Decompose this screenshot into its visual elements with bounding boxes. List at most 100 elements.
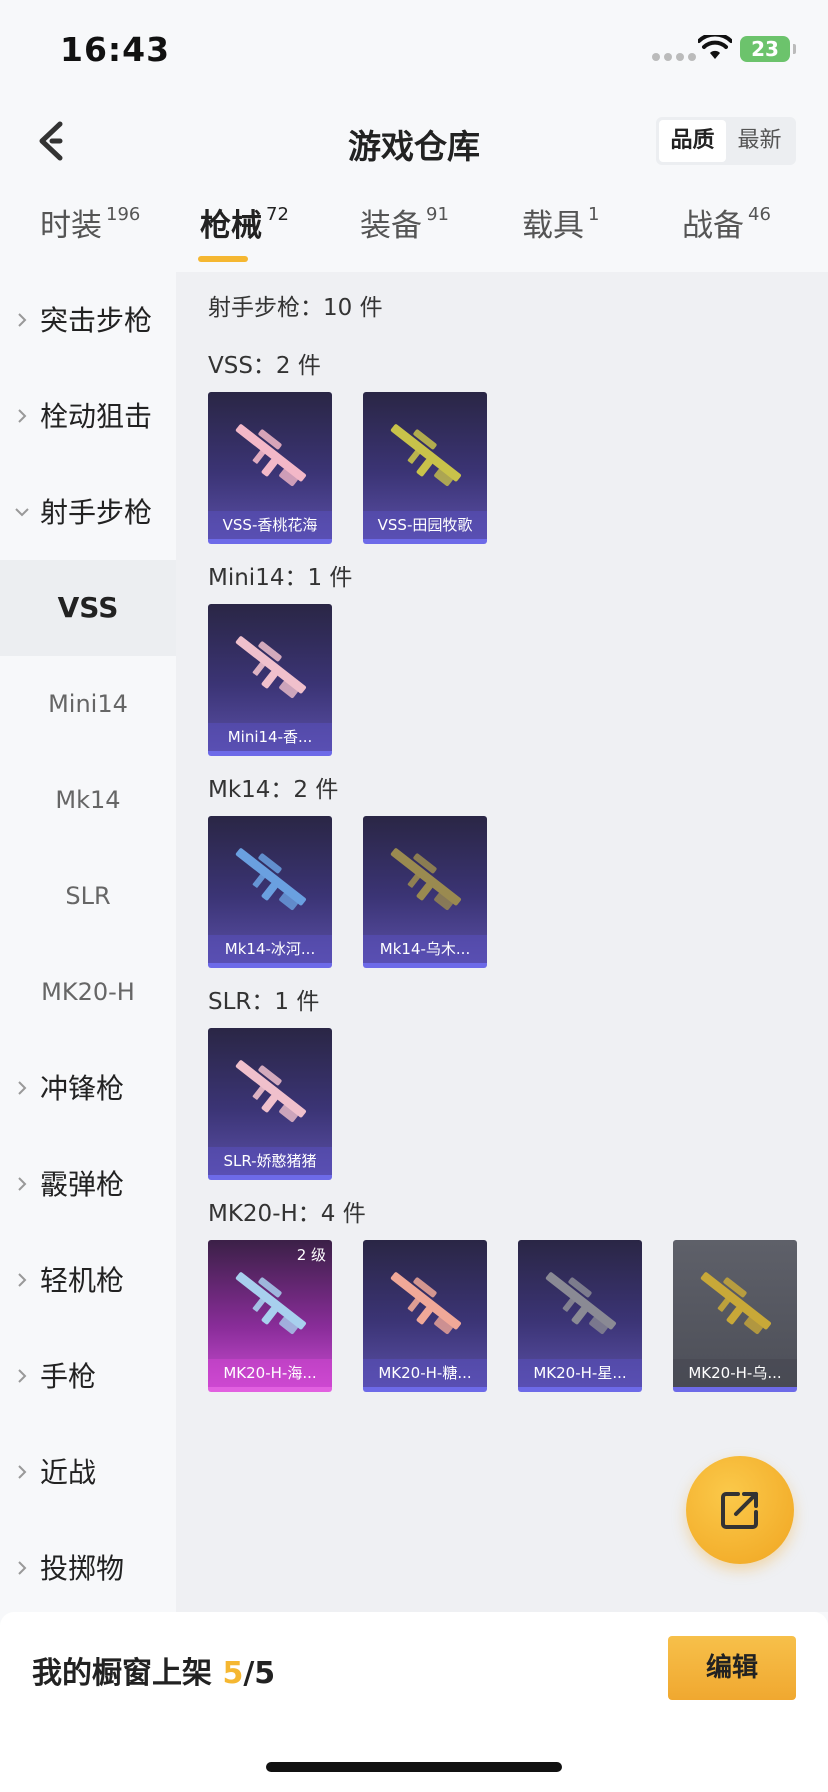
sidebar-item-throwable[interactable]: 投掷物 (0, 1520, 176, 1616)
shelf-total-count: /5 (243, 1656, 276, 1691)
tab-fashion[interactable]: 时装 196 (40, 200, 140, 266)
sidebar-item-label: 近战 (40, 1456, 97, 1489)
rifle-icon (235, 424, 306, 487)
group-title: MK20-H：4 件 (208, 1201, 366, 1227)
tab-count: 1 (588, 204, 600, 225)
item-name: MK20-H-糖... (363, 1359, 487, 1387)
sort-by-quality-button[interactable]: 品质 (659, 120, 726, 162)
item-name: MK20-H-海... (208, 1359, 332, 1387)
tab-supplies[interactable]: 战备 46 (682, 200, 771, 266)
active-tab-indicator (198, 256, 248, 262)
chevron-right-icon (18, 1465, 27, 1479)
item-card[interactable]: Mk14-乌木... (363, 816, 487, 968)
tab-count: 46 (748, 204, 771, 225)
tab-equipment[interactable]: 装备 91 (360, 200, 449, 266)
sidebar-item-pistol[interactable]: 手枪 (0, 1328, 176, 1424)
sidebar-subitem-mk20h[interactable]: MK20-H (0, 944, 176, 1040)
item-grid-panel: 射手步枪：10 件 VSS：2 件 VSS-香桃花海 VSS-田园牧歌 Mini… (176, 272, 828, 1612)
shelf-label: 我的橱窗上架 (32, 1656, 212, 1691)
rifle-icon (235, 1272, 306, 1335)
chevron-right-icon (18, 409, 27, 423)
chevron-right-icon (18, 1177, 27, 1191)
sidebar-item-label: 冲锋枪 (40, 1072, 125, 1105)
item-name: Mk14-冰河... (208, 935, 332, 963)
home-indicator[interactable] (266, 1762, 562, 1772)
battery-indicator: 23 (740, 36, 796, 62)
sidebar-item-shotgun[interactable]: 霰弹枪 (0, 1136, 176, 1232)
tab-label: 时装 (40, 208, 102, 244)
rifle-icon (390, 848, 461, 911)
item-card[interactable]: Mk14-冰河... (208, 816, 332, 968)
sidebar-item-lmg[interactable]: 轻机枪 (0, 1232, 176, 1328)
item-name: MK20-H-乌... (673, 1359, 797, 1387)
sidebar-subitem-vss[interactable]: VSS (0, 560, 176, 656)
tab-label: 战备 (682, 208, 744, 244)
sidebar-item-label: 投掷物 (40, 1552, 125, 1585)
share-button[interactable] (686, 1456, 794, 1564)
item-card[interactable]: MK20-H-星... (518, 1240, 642, 1392)
category-tabs: 时装 196 枪械 72 装备 91 载具 1 战备 46 (0, 200, 828, 266)
sidebar-item-bolt-sniper[interactable]: 栓动狙击 (0, 368, 176, 464)
sidebar-item-label: 霰弹枪 (40, 1168, 125, 1201)
sidebar-subitem-slr[interactable]: SLR (0, 848, 176, 944)
item-name: MK20-H-星... (518, 1359, 642, 1387)
header: 游戏仓库 品质 最新 (0, 100, 828, 180)
item-name: VSS-香桃花海 (208, 511, 332, 539)
rifle-icon (235, 636, 306, 699)
chevron-right-icon (18, 313, 27, 327)
sidebar-item-melee[interactable]: 近战 (0, 1424, 176, 1520)
level-badge: 2 级 (296, 1246, 326, 1264)
shelf-current-count: 5 (222, 1656, 244, 1691)
item-name: SLR-娇憨猪猪 (208, 1147, 332, 1175)
rifle-icon (390, 424, 461, 487)
sidebar-item-assault-rifle[interactable]: 突击步枪 (0, 272, 176, 368)
chevron-right-icon (18, 1273, 27, 1287)
status-bar: 16:43 23 (0, 0, 828, 100)
sidebar-item-label: 栓动狙击 (40, 400, 153, 433)
tab-vehicles[interactable]: 载具 1 (522, 200, 599, 266)
chevron-down-icon (15, 508, 29, 517)
tab-count: 91 (426, 204, 449, 225)
showcase-shelf-status: 我的橱窗上架 5/5 (32, 1648, 275, 1692)
item-card[interactable]: MK20-H-糖... (363, 1240, 487, 1392)
rifle-icon (235, 848, 306, 911)
item-name: Mini14-香... (208, 723, 332, 751)
cellular-signal-icon (652, 53, 696, 61)
sidebar-item-label: 突击步枪 (40, 304, 153, 337)
item-card[interactable]: VSS-香桃花海 (208, 392, 332, 544)
group-title: SLR：1 件 (208, 989, 320, 1015)
tab-label: 枪械 (200, 208, 262, 244)
section-title: 射手步枪：10 件 (208, 295, 383, 321)
group-title: Mk14：2 件 (208, 777, 339, 803)
chevron-right-icon (18, 1081, 27, 1095)
item-card[interactable]: SLR-娇憨猪猪 (208, 1028, 332, 1180)
chevron-right-icon (18, 1561, 27, 1575)
rifle-icon (545, 1272, 616, 1335)
item-card[interactable]: 2 级 MK20-H-海... (208, 1240, 332, 1392)
item-card[interactable]: Mini14-香... (208, 604, 332, 756)
tab-count: 196 (106, 204, 141, 225)
sidebar-subitem-mk14[interactable]: Mk14 (0, 752, 176, 848)
sidebar-item-marksman-rifle[interactable]: 射手步枪 (0, 464, 176, 560)
item-name: VSS-田园牧歌 (363, 511, 487, 539)
rifle-icon (390, 1272, 461, 1335)
sidebar-subitem-mini14[interactable]: Mini14 (0, 656, 176, 752)
edit-button[interactable]: 编辑 (668, 1636, 796, 1700)
sidebar-item-smg[interactable]: 冲锋枪 (0, 1040, 176, 1136)
sort-toggle: 品质 最新 (656, 117, 796, 165)
tab-label: 载具 (522, 208, 584, 244)
item-card[interactable]: MK20-H-乌... (673, 1240, 797, 1392)
tab-label: 装备 (360, 208, 422, 244)
sidebar-item-label: 射手步枪 (40, 496, 153, 529)
tab-count: 72 (266, 204, 289, 225)
rifle-icon (235, 1060, 306, 1123)
share-external-icon (721, 1492, 758, 1529)
item-card[interactable]: VSS-田园牧歌 (363, 392, 487, 544)
sidebar-item-label: 轻机枪 (40, 1264, 125, 1297)
rifle-icon (700, 1272, 771, 1335)
chevron-right-icon (18, 1369, 27, 1383)
sidebar-item-label: 手枪 (40, 1360, 97, 1393)
wifi-icon (698, 35, 732, 59)
item-name: Mk14-乌木... (363, 935, 487, 963)
sort-by-newest-button[interactable]: 最新 (726, 120, 793, 162)
